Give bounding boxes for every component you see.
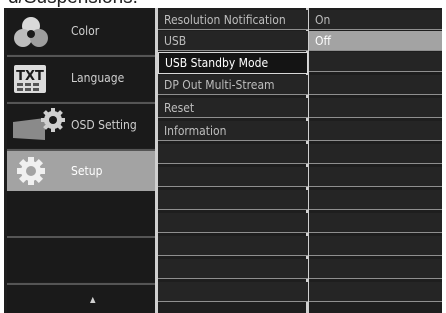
menu-item-label: Setup	[71, 164, 103, 178]
menu-item-language[interactable]: TXT Language	[7, 57, 155, 101]
option-empty-row	[309, 282, 442, 302]
menu-item-color[interactable]: Color	[7, 10, 155, 54]
option-empty-row	[309, 144, 442, 164]
option-empty-row	[309, 75, 442, 95]
submenu-empty-row	[158, 213, 308, 233]
submenu-empty-row	[158, 144, 308, 164]
scroll-up-arrow-icon[interactable]: ▲	[90, 295, 96, 304]
osd-menu-panel: Color TXT Language OSD Setting Setup ▲ R…	[4, 8, 442, 313]
txt-keyboard-icon: TXT	[14, 65, 46, 93]
option-empty-row	[309, 190, 442, 210]
submenu-item-usb[interactable]: USB	[158, 31, 308, 51]
gear-icon	[17, 157, 45, 185]
submenu-empty-row	[158, 282, 308, 302]
submenu-item-dp-out-multi-stream[interactable]: DP Out Multi-Stream	[158, 75, 308, 95]
menu-item-osd-setting[interactable]: OSD Setting	[7, 104, 155, 148]
option-empty-row	[309, 167, 442, 187]
option-empty-row	[309, 259, 442, 279]
osd-settings-icon	[13, 108, 65, 140]
option-empty-row	[309, 213, 442, 233]
color-wheel-icon	[14, 17, 48, 47]
option-empty-row	[309, 236, 442, 256]
submenu-item-information[interactable]: Information	[158, 121, 308, 141]
option-off[interactable]: Off	[309, 31, 442, 51]
option-empty-row	[309, 121, 442, 141]
menu-item-empty	[7, 238, 155, 282]
menu-item-label: Language	[71, 71, 125, 85]
submenu-empty-row	[158, 259, 308, 279]
submenu-item-reset[interactable]: Reset	[158, 98, 308, 118]
submenu-empty-row	[158, 167, 308, 187]
submenu-empty-row	[158, 236, 308, 256]
menu-item-label: Color	[71, 24, 100, 38]
menu-item-empty	[7, 191, 155, 236]
menu-item-label: OSD Setting	[71, 118, 137, 132]
option-on[interactable]: On	[309, 10, 442, 30]
option-empty-row	[309, 52, 442, 72]
submenu-item-usb-standby-mode[interactable]: USB Standby Mode	[158, 52, 308, 74]
svg-text:TXT: TXT	[16, 69, 44, 84]
scroll-up-area[interactable]	[7, 285, 155, 313]
submenu-item-resolution-notification[interactable]: Resolution Notification	[158, 10, 308, 30]
submenu-empty-row	[158, 190, 308, 210]
option-empty-row	[309, 98, 442, 118]
menu-item-setup[interactable]: Setup	[7, 151, 155, 191]
